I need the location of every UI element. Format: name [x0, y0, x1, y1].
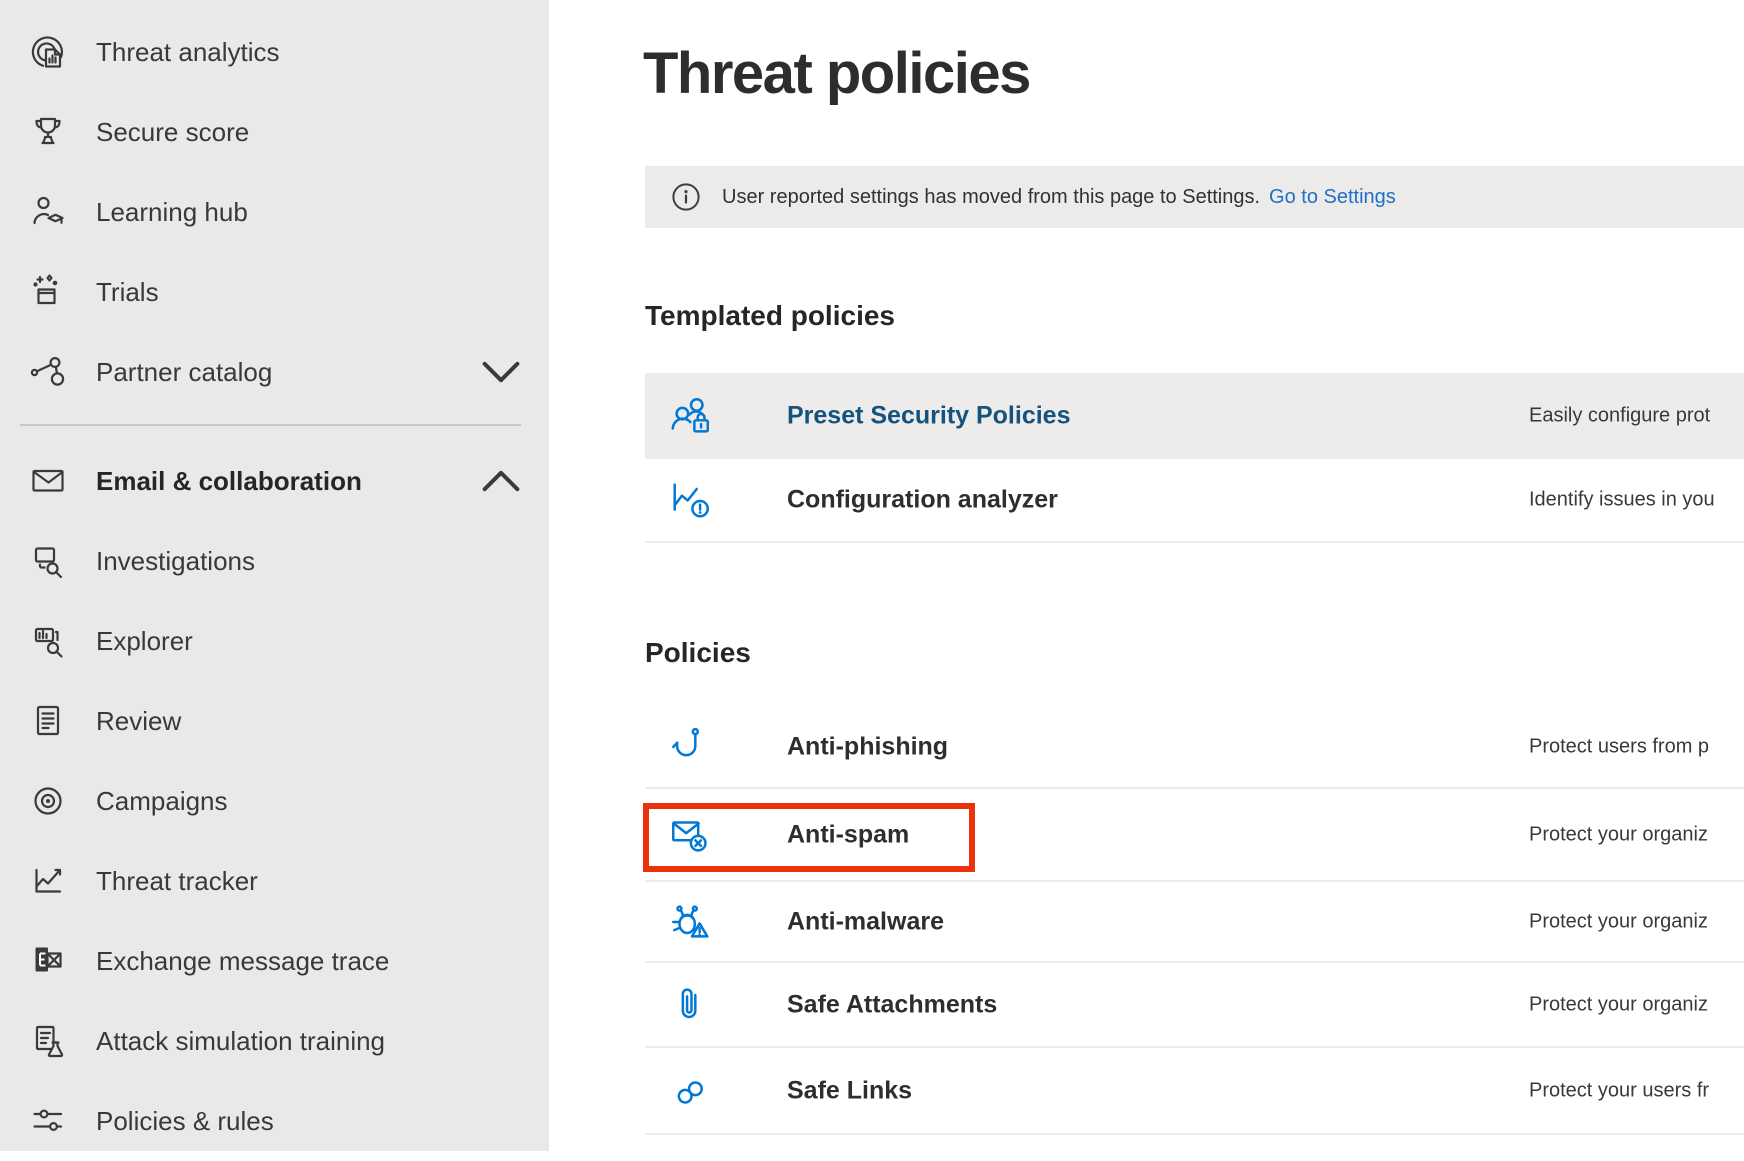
chevron-down-icon [481, 352, 521, 392]
partner-catalog-icon [28, 352, 68, 392]
sidebar-item-review[interactable]: Review [0, 681, 549, 761]
row-label: Anti-spam [787, 820, 909, 849]
sidebar-item-label: Email & collaboration [96, 466, 362, 497]
sidebar-item-explorer[interactable]: Explorer [0, 601, 549, 681]
main-content: Threat policies User reported settings h… [549, 0, 1744, 1151]
sidebar-item-label: Secure score [96, 117, 249, 148]
row-anti-phishing[interactable]: Anti-phishing Protect users from p [645, 707, 1744, 789]
row-description: Protect your organiz [1529, 993, 1708, 1016]
policies-rules-icon [28, 1101, 68, 1141]
sidebar-item-label: Review [96, 706, 181, 737]
configuration-analyzer-icon [668, 477, 714, 523]
templated-policies-list: Preset Security Policies Easily configur… [645, 373, 1744, 543]
row-anti-malware[interactable]: Anti-malware Protect your organiz [645, 882, 1744, 963]
attack-simulation-icon [28, 1021, 68, 1061]
row-description: Protect your organiz [1529, 910, 1708, 933]
learning-hub-icon [28, 192, 68, 232]
info-icon [671, 182, 701, 212]
campaigns-icon [28, 781, 68, 821]
explorer-icon [28, 621, 68, 661]
sidebar-item-label: Investigations [96, 546, 255, 577]
chevron-up-icon [481, 461, 521, 501]
sidebar-divider [20, 424, 521, 426]
row-description: Identify issues in you [1529, 489, 1715, 512]
secure-score-icon [28, 112, 68, 152]
row-description: Protect your users fr [1529, 1079, 1709, 1102]
row-safe-links[interactable]: Safe Links Protect your users fr [645, 1048, 1744, 1135]
sidebar-item-threat-tracker[interactable]: Threat tracker [0, 841, 549, 921]
row-configuration-analyzer[interactable]: Configuration analyzer Identify issues i… [645, 459, 1744, 543]
safe-links-icon [668, 1068, 714, 1114]
sidebar-item-email-collaboration[interactable]: Email & collaboration [0, 441, 549, 521]
sidebar-item-label: Attack simulation training [96, 1026, 385, 1057]
threat-analytics-icon [28, 32, 68, 72]
sidebar-item-label: Learning hub [96, 197, 248, 228]
threat-tracker-icon [28, 861, 68, 901]
exchange-icon [28, 941, 68, 981]
sidebar-item-label: Threat tracker [96, 866, 258, 897]
sidebar-item-policies-rules[interactable]: Policies & rules [0, 1081, 549, 1161]
anti-spam-icon [668, 812, 714, 858]
sidebar-item-exchange-message-trace[interactable]: Exchange message trace [0, 921, 549, 1001]
banner-message: User reported settings has moved from th… [722, 186, 1260, 209]
row-label: Preset Security Policies [787, 402, 1070, 431]
row-label: Safe Attachments [787, 990, 997, 1019]
anti-malware-icon [668, 899, 714, 945]
sidebar-item-label: Policies & rules [96, 1106, 274, 1137]
sidebar-item-attack-simulation-training[interactable]: Attack simulation training [0, 1001, 549, 1081]
policies-list: Anti-phishing Protect users from p Anti-… [645, 707, 1744, 1135]
info-banner: User reported settings has moved from th… [645, 166, 1744, 228]
row-preset-security-policies[interactable]: Preset Security Policies Easily configur… [645, 373, 1744, 459]
review-icon [28, 701, 68, 741]
row-description: Protect your organiz [1529, 823, 1708, 846]
row-label: Configuration analyzer [787, 486, 1058, 515]
preset-security-policies-icon [668, 393, 714, 439]
sidebar-item-label: Explorer [96, 626, 193, 657]
templated-policies-heading: Templated policies [645, 300, 895, 332]
sidebar-item-trials[interactable]: Trials [0, 252, 549, 332]
trials-icon [28, 272, 68, 312]
sidebar-item-learning-hub[interactable]: Learning hub [0, 172, 549, 252]
sidebar-item-label: Threat analytics [96, 37, 280, 68]
row-safe-attachments[interactable]: Safe Attachments Protect your organiz [645, 963, 1744, 1048]
row-description: Protect users from p [1529, 736, 1709, 759]
row-anti-spam[interactable]: Anti-spam Protect your organiz [645, 789, 1744, 882]
envelope-icon [28, 461, 68, 501]
row-label: Anti-phishing [787, 733, 948, 762]
page-title: Threat policies [643, 40, 1030, 107]
sidebar-item-label: Trials [96, 277, 159, 308]
sidebar-item-secure-score[interactable]: Secure score [0, 92, 549, 172]
row-description: Easily configure prot [1529, 405, 1710, 428]
investigations-icon [28, 541, 68, 581]
sidebar-item-label: Campaigns [96, 786, 228, 817]
row-label: Anti-malware [787, 907, 944, 936]
sidebar-item-threat-analytics[interactable]: Threat analytics [0, 12, 549, 92]
row-label: Safe Links [787, 1076, 912, 1105]
sidebar-item-partner-catalog[interactable]: Partner catalog [0, 332, 549, 412]
sidebar-item-label: Exchange message trace [96, 946, 389, 977]
sidebar-item-label: Partner catalog [96, 357, 272, 388]
policies-heading: Policies [645, 637, 751, 669]
sidebar-item-investigations[interactable]: Investigations [0, 521, 549, 601]
sidebar-item-campaigns[interactable]: Campaigns [0, 761, 549, 841]
anti-phishing-icon [668, 724, 714, 770]
left-navigation: Threat analytics Secure score Learning h… [0, 0, 549, 1151]
safe-attachments-icon [668, 982, 714, 1028]
go-to-settings-link[interactable]: Go to Settings [1269, 186, 1396, 209]
